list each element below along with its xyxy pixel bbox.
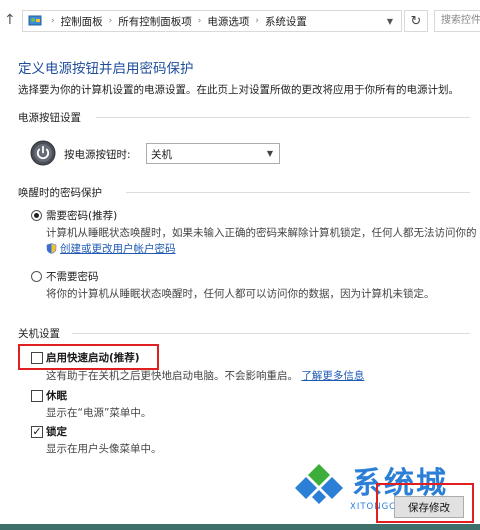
section-label-wakeup-password: 唤醒时的密码保护 [18, 187, 102, 199]
require-password-description: 计算机从睡眠状态唤醒时，如果未输入正确的密码来解除计算机锁定，任何人都无法访问你… [46, 227, 477, 239]
page-description: 选择要为你的计算机设置的电源设置。在此页上对设置所做的更改将应用于你所有的电源计… [18, 84, 459, 96]
no-password-radio[interactable] [31, 271, 42, 282]
watermark-logo-icon [295, 464, 343, 504]
hibernate-label[interactable]: 休眠 [46, 388, 67, 403]
lock-label[interactable]: 锁定 [46, 424, 67, 439]
require-password-label[interactable]: 需要密码(推荐) [46, 208, 117, 223]
chevron-right-icon: › [255, 16, 259, 26]
learn-more-link[interactable]: 了解更多信息 [301, 370, 364, 382]
up-arrow-icon[interactable]: ↑ [4, 12, 18, 28]
power-button-action-select[interactable]: 关机 ▼ [146, 143, 280, 164]
lock-description: 显示在用户头像菜单中。 [46, 443, 162, 455]
highlight-box [376, 483, 474, 523]
power-icon [30, 140, 56, 166]
bottom-bar [0, 524, 480, 530]
hibernate-checkbox[interactable] [31, 390, 43, 402]
breadcrumb-item[interactable]: 控制面板 [61, 14, 103, 29]
highlight-box [18, 344, 159, 370]
breadcrumb-item[interactable]: 所有控制面板项 [118, 14, 192, 29]
lock-checkbox[interactable]: ✓ [31, 426, 43, 438]
search-input[interactable]: 搜索控件 [434, 10, 480, 32]
fast-startup-description-row: 这有助于在关机之后更快地启动电脑。不会影响重启。 了解更多信息 [46, 368, 364, 383]
breadcrumb-item[interactable]: 系统设置 [265, 14, 307, 29]
breadcrumb-item[interactable]: 电源选项 [207, 14, 249, 29]
no-password-label[interactable]: 不需要密码 [46, 269, 99, 284]
shield-icon [46, 243, 57, 254]
chevron-right-icon: › [51, 16, 55, 26]
section-divider [96, 117, 470, 118]
hibernate-description: 显示在“电源”菜单中。 [46, 407, 152, 419]
selected-value: 关机 [151, 149, 172, 161]
chevron-right-icon: › [197, 16, 202, 26]
section-divider [126, 192, 470, 193]
address-bar: ↑ › 控制面板 › 所有控制面板项 › 电源选项 › 系统设置 ▼ ↻ 搜索控… [0, 0, 480, 42]
refresh-icon[interactable]: ↻ [404, 10, 428, 32]
chevron-right-icon: › [108, 16, 113, 26]
breadcrumb[interactable]: › 控制面板 › 所有控制面板项 › 电源选项 › 系统设置 [22, 10, 402, 32]
section-label-shutdown: 关机设置 [18, 328, 60, 340]
fast-startup-description: 这有助于在关机之后更快地启动电脑。不会影响重启。 [46, 370, 298, 382]
no-password-description: 将你的计算机从睡眠状态唤醒时，任何人都可以访问你的数据，因为计算机未锁定。 [46, 288, 435, 300]
require-password-radio[interactable] [31, 210, 42, 221]
power-button-label: 按电源按钮时: [64, 149, 131, 161]
chevron-down-icon: ▼ [266, 149, 273, 158]
section-label-power-button: 电源按钮设置 [18, 112, 81, 124]
link-wrapper: 创建或更改用户帐户密码 [60, 241, 176, 256]
section-divider [72, 333, 470, 334]
create-password-link[interactable]: 创建或更改用户帐户密码 [60, 243, 176, 255]
page-title: 定义电源按钮并启用密码保护 [18, 61, 194, 77]
chevron-down-icon[interactable]: ▼ [382, 10, 398, 32]
control-panel-icon [28, 15, 42, 26]
